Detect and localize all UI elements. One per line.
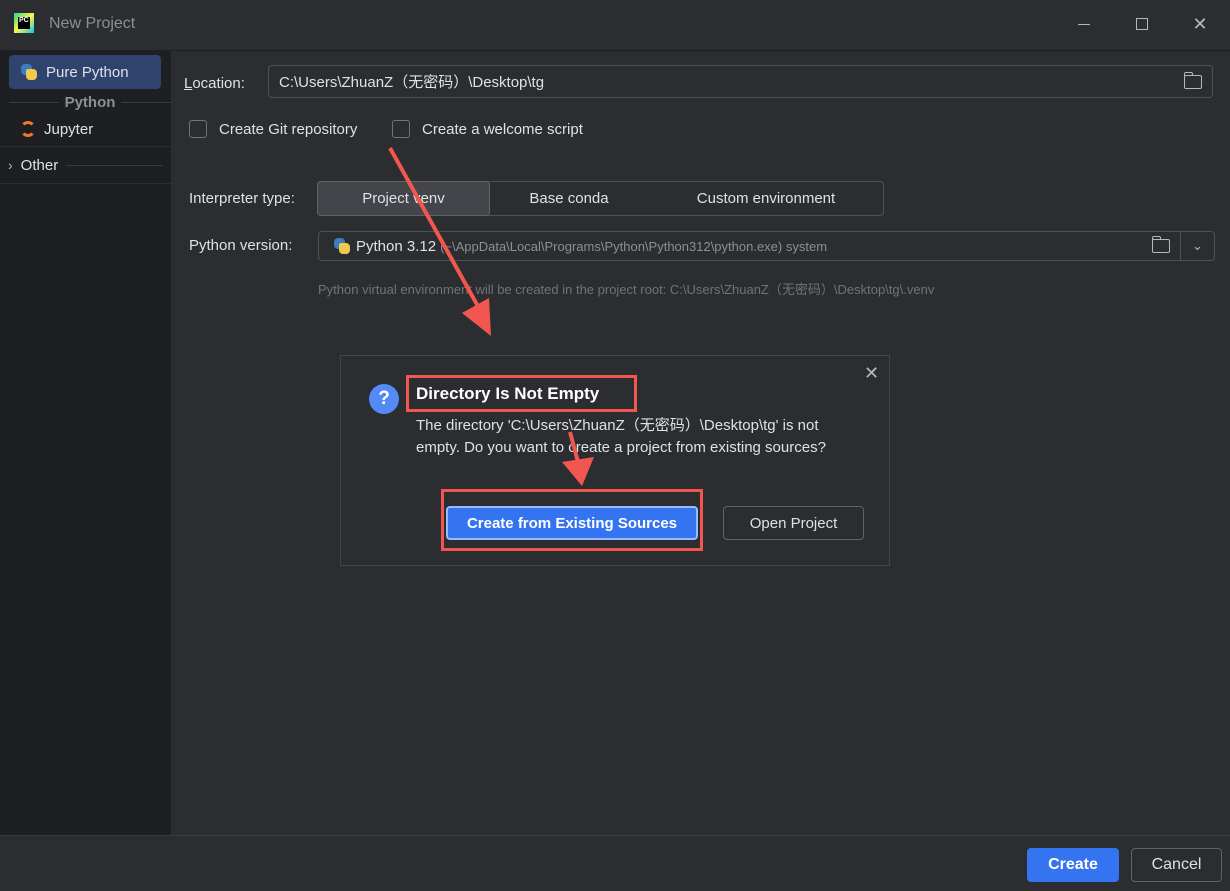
sidebar-section-python: Python <box>9 93 171 111</box>
window-title: New Project <box>49 15 136 32</box>
project-type-sidebar: Pure Python Python Jupyter › Other <box>0 50 171 835</box>
python-icon <box>333 237 351 255</box>
folder-icon[interactable] <box>1151 236 1170 253</box>
sidebar-item-other[interactable]: › Other <box>0 150 171 180</box>
directory-not-empty-dialog: ✕ ? Directory Is Not Empty The directory… <box>340 355 890 566</box>
minimize-icon[interactable] <box>1072 12 1096 36</box>
close-icon[interactable]: ✕ <box>864 363 879 384</box>
tab-project-venv[interactable]: Project venv <box>317 181 490 216</box>
open-project-button[interactable]: Open Project <box>723 506 864 540</box>
folder-icon[interactable] <box>1183 71 1202 89</box>
venv-hint-text: Python virtual environment will be creat… <box>318 282 935 297</box>
tab-base-conda[interactable]: Base conda <box>489 182 649 215</box>
checkbox[interactable] <box>392 120 410 138</box>
question-icon: ? <box>369 384 399 414</box>
interpreter-type-label: Interpreter type: <box>189 190 295 207</box>
dialog-title: Directory Is Not Empty <box>416 384 600 403</box>
sidebar-item-label: Jupyter <box>44 120 94 138</box>
checkbox[interactable] <box>189 120 207 138</box>
pycharm-logo-icon: PC <box>14 13 34 33</box>
create-button[interactable]: Create <box>1027 848 1119 882</box>
python-icon <box>20 63 38 81</box>
cancel-button[interactable]: Cancel <box>1131 848 1222 882</box>
sidebar-item-pure-python[interactable]: Pure Python <box>9 55 161 89</box>
close-window-icon[interactable]: ✕ <box>1188 12 1212 36</box>
dialog-footer: Create Cancel <box>0 835 1230 891</box>
python-version-path: (~\AppData\Local\Programs\Python\Python3… <box>440 238 828 254</box>
dialog-message: The directory 'C:\Users\ZhuanZ（无密码）\Desk… <box>416 417 826 456</box>
chevron-right-icon: › <box>8 157 13 173</box>
maximize-icon[interactable] <box>1130 12 1154 36</box>
title-bar: PC New Project ✕ <box>0 0 1230 51</box>
create-welcome-checkbox[interactable]: Create a welcome script <box>392 120 583 138</box>
python-version-value: Python 3.12 <box>356 237 437 255</box>
location-label: Location: <box>184 75 245 92</box>
sidebar-item-label: Other <box>20 156 59 174</box>
sidebar-item-jupyter[interactable]: Jupyter <box>9 112 161 146</box>
checkbox-label: Create Git repository <box>219 120 358 138</box>
tab-custom-environment[interactable]: Custom environment <box>649 182 883 215</box>
python-version-select[interactable]: Python 3.12 (~\AppData\Local\Programs\Py… <box>318 231 1215 261</box>
interpreter-type-selector[interactable]: Project venv Base conda Custom environme… <box>317 181 884 216</box>
python-version-label: Python version: <box>189 237 293 254</box>
location-value[interactable]: C:\Users\ZhuanZ（无密码）\Desktop\tg <box>279 71 1184 92</box>
sidebar-item-label: Pure Python <box>46 63 129 81</box>
checkbox-label: Create a welcome script <box>422 120 583 138</box>
create-from-existing-sources-button[interactable]: Create from Existing Sources <box>446 506 698 540</box>
jupyter-icon <box>20 121 36 137</box>
location-field[interactable]: C:\Users\ZhuanZ（无密码）\Desktop\tg <box>268 65 1213 98</box>
create-git-checkbox[interactable]: Create Git repository <box>189 120 357 138</box>
chevron-down-icon[interactable]: ⌄ <box>1181 238 1214 254</box>
